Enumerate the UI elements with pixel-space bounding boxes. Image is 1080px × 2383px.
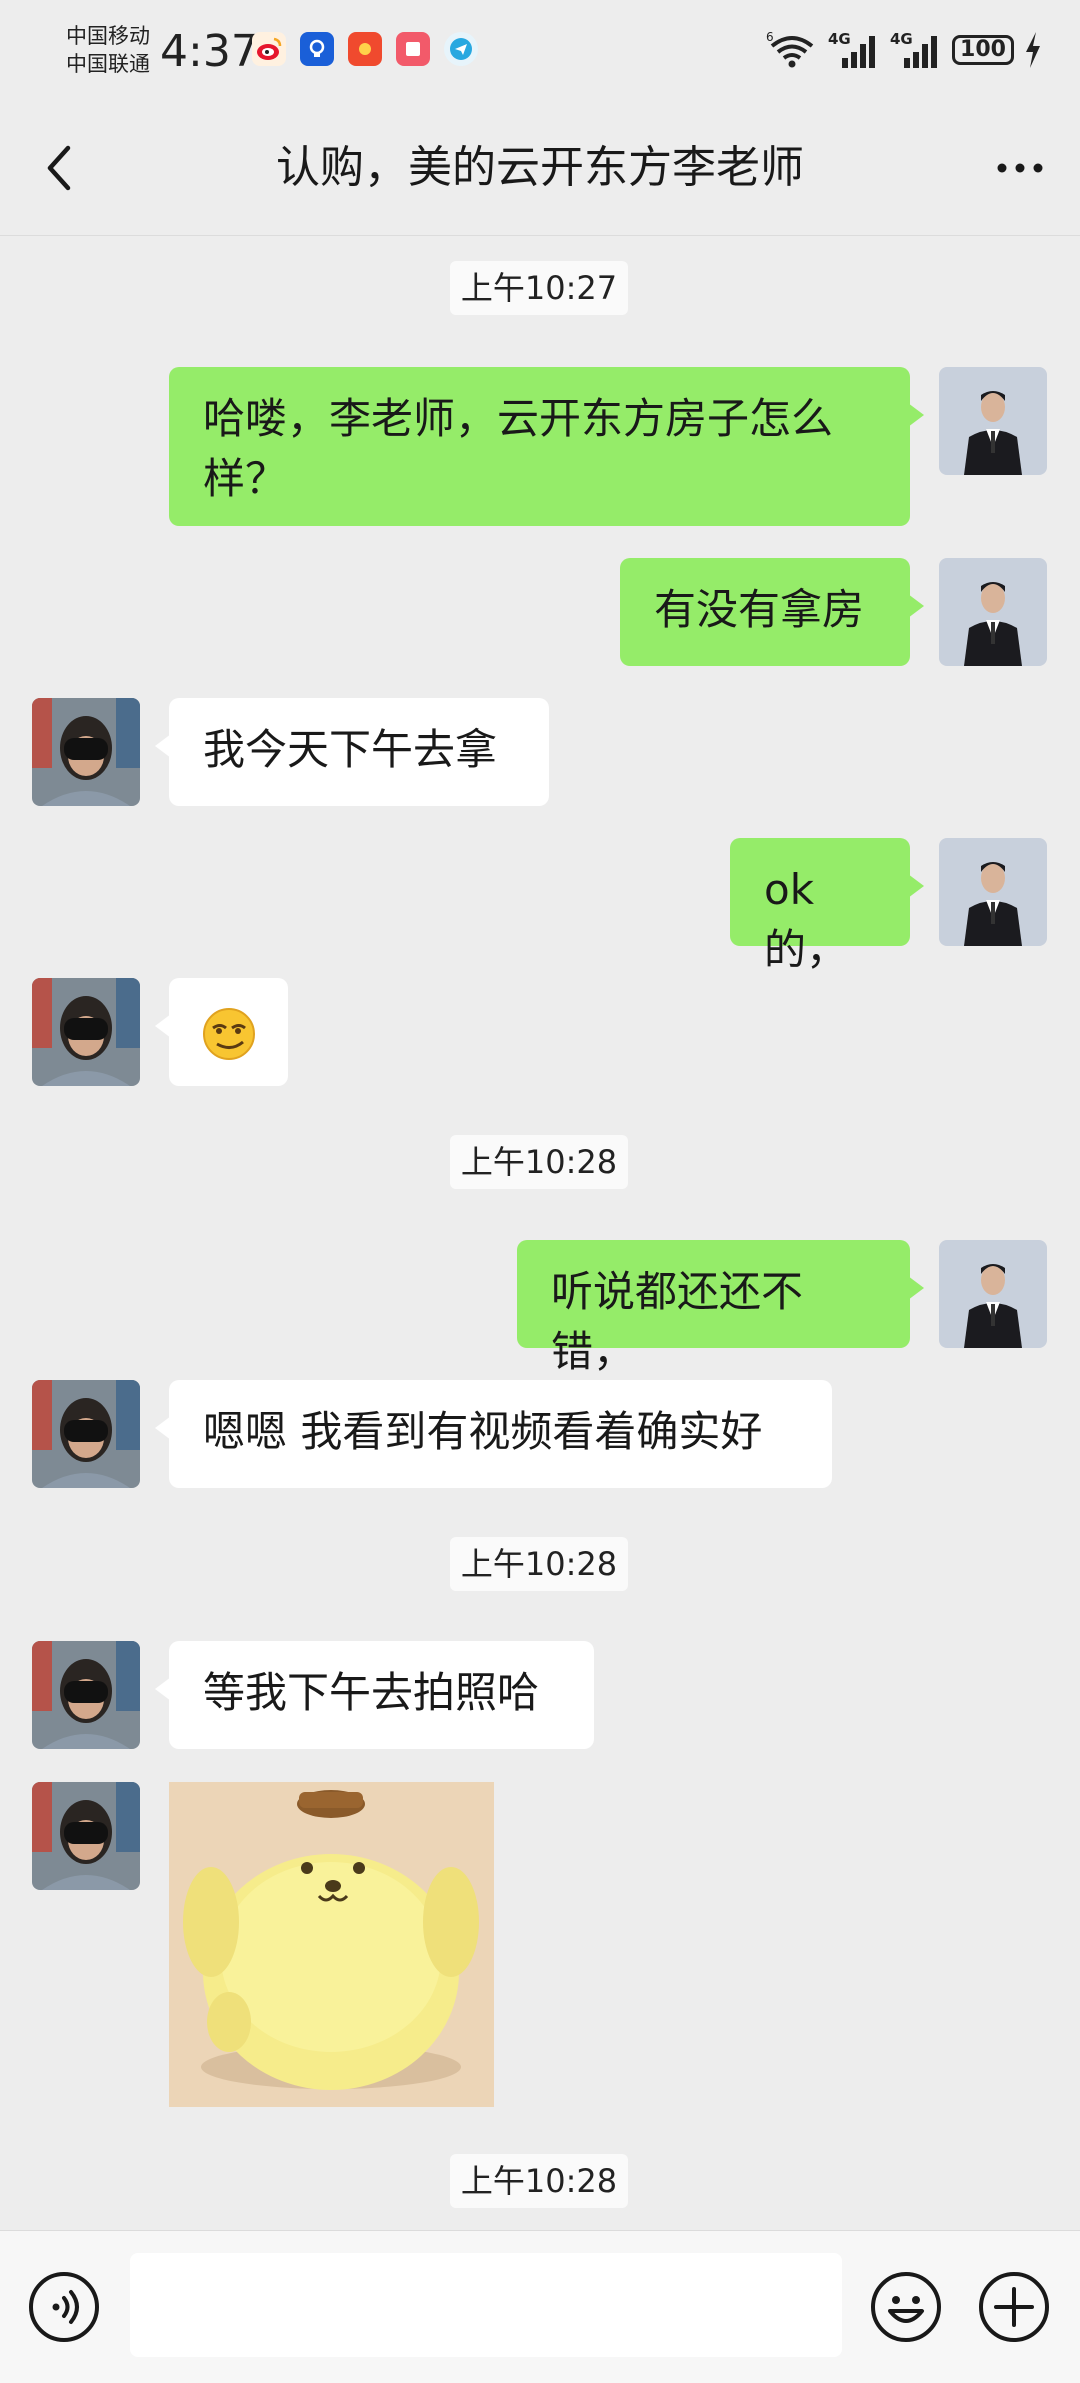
browser-app-icon	[444, 32, 478, 66]
my-avatar[interactable]	[939, 838, 1047, 946]
pompompurin-sticker	[169, 1782, 494, 2107]
contact-avatar[interactable]	[32, 1782, 140, 1890]
more-functions-button[interactable]	[978, 2271, 1050, 2343]
notification-icons	[252, 32, 478, 66]
contact-avatar[interactable]	[32, 1641, 140, 1749]
book-app-icon	[396, 32, 430, 66]
my-avatar[interactable]	[939, 367, 1047, 475]
outgoing-message[interactable]: ok 的，	[730, 838, 924, 974]
contact-avatar[interactable]	[32, 698, 140, 806]
system-icons: 6 4G 4G 100	[766, 30, 1042, 70]
my-avatar[interactable]	[939, 1240, 1047, 1348]
smiley-icon	[871, 2272, 941, 2342]
signal-1-icon: 4G	[828, 30, 880, 70]
more-dots-icon	[997, 163, 1043, 173]
red-app-icon	[348, 32, 382, 66]
lightbulb-icon	[300, 32, 334, 66]
chat-header: 认购，美的云开东方李老师	[0, 100, 1080, 236]
incoming-message[interactable]: 等我下午去拍照哈	[155, 1641, 594, 1749]
outgoing-message[interactable]: 哈喽，李老师，云开东方房子怎么样？	[169, 367, 924, 526]
emoji-button[interactable]	[870, 2271, 942, 2343]
sticker-image[interactable]	[169, 1782, 494, 2107]
incoming-message[interactable]: 嗯嗯 我看到有视频看着确实好	[155, 1380, 832, 1488]
wifi-icon: 6	[766, 30, 814, 68]
voice-icon	[29, 2272, 99, 2342]
network-2-label: 4G	[890, 30, 913, 48]
network-1-label: 4G	[828, 30, 851, 48]
plus-icon	[979, 2272, 1049, 2342]
contact-avatar[interactable]	[32, 1380, 140, 1488]
outgoing-message[interactable]: 听说都还还不错，	[517, 1240, 924, 1376]
timestamp: 上午10:28	[450, 1537, 628, 1591]
voice-input-button[interactable]	[28, 2271, 100, 2343]
wifi-badge: 6	[766, 30, 774, 44]
my-avatar[interactable]	[939, 558, 1047, 666]
incoming-message[interactable]: 我今天下午去拿	[155, 698, 549, 806]
incoming-emoji-message[interactable]	[155, 978, 288, 1086]
contact-avatar[interactable]	[32, 978, 140, 1086]
charging-icon	[1026, 32, 1040, 68]
carrier-2: 中国联通	[66, 52, 150, 76]
carrier-info: 中国移动 中国联通	[66, 22, 150, 78]
more-options-button[interactable]	[990, 140, 1050, 196]
weibo-icon	[252, 32, 286, 66]
battery-indicator: 100	[952, 35, 1014, 65]
chat-title: 认购，美的云开东方李老师	[276, 142, 804, 193]
input-bar	[0, 2230, 1080, 2383]
timestamp: 上午10:27	[450, 261, 628, 315]
message-input[interactable]	[130, 2253, 842, 2357]
carrier-1: 中国移动	[66, 24, 150, 48]
timestamp: 上午10:28	[450, 2154, 628, 2208]
status-bar: 中国移动 中国联通 4:37 6 4G 4G 100	[0, 0, 1080, 100]
status-time: 4:37	[160, 26, 259, 77]
outgoing-message[interactable]: 有没有拿房	[620, 558, 924, 666]
smirk-emoji-icon	[203, 1008, 255, 1060]
timestamp: 上午10:28	[450, 1135, 628, 1189]
signal-2-icon: 4G	[890, 30, 942, 70]
